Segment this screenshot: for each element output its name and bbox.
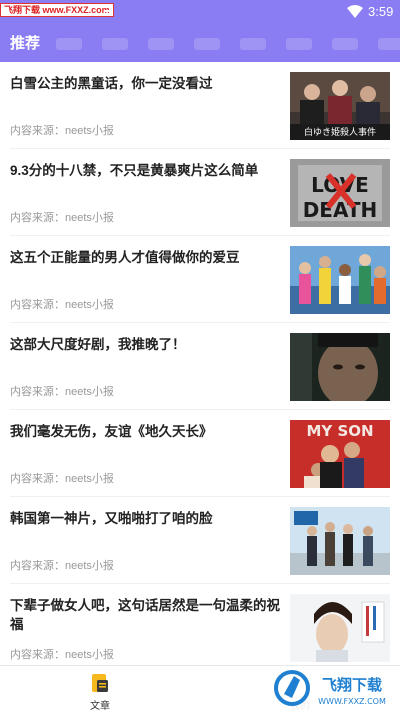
article-source: 内容来源：neets小报 xyxy=(10,125,114,137)
article-item[interactable]: 韩国第一神片，又啪啪打了咱的脸 内容来源：neets小报 xyxy=(0,497,400,584)
tab-category[interactable] xyxy=(194,34,220,54)
tab-category[interactable] xyxy=(286,34,312,54)
nav-articles[interactable]: 文章 xyxy=(70,672,130,711)
status-bar: 飞翔下载 www.FXXZ.com 3:59 xyxy=(0,0,400,24)
article-source: 内容来源：neets小报 xyxy=(10,386,114,398)
article-thumbnail[interactable]: MY SON xyxy=(290,420,390,488)
article-title[interactable]: 白雪公主的黑童话，你一定没看过 xyxy=(10,74,280,93)
article-item[interactable]: 下辈子做女人吧，这句话居然是一句温柔的祝福 内容来源：neets小报 xyxy=(0,584,400,665)
svg-text:DEATH: DEATH xyxy=(303,198,378,222)
svg-text:白ゆき姫殺人事件: 白ゆき姫殺人事件 xyxy=(304,126,376,138)
article-source: 内容来源：neets小报 xyxy=(10,473,114,485)
nav-articles-label: 文章 xyxy=(90,701,110,711)
article-title[interactable]: 这五个正能量的男人才值得做你的爱豆 xyxy=(10,248,280,267)
watermark-logo: 飞翔下载 WWW.FXXZ.COM xyxy=(272,666,400,711)
article-item[interactable]: 9.3分的十八禁，不只是黄暴爽片这么简单 内容来源：neets小报 LOVE D… xyxy=(0,149,400,236)
article-title[interactable]: 9.3分的十八禁，不只是黄暴爽片这么简单 xyxy=(10,161,280,180)
article-title[interactable]: 韩国第一神片，又啪啪打了咱的脸 xyxy=(10,509,280,528)
article-title[interactable]: 我们毫发无伤，友谊《地久天长》 xyxy=(10,422,280,441)
tab-category[interactable] xyxy=(56,34,82,54)
article-source: 内容来源：neets小报 xyxy=(10,649,114,661)
status-time: 3:59 xyxy=(368,4,394,19)
status-indicator xyxy=(104,10,112,12)
article-thumbnail[interactable] xyxy=(290,246,390,314)
article-title[interactable]: 这部大尺度好剧，我推晚了！ xyxy=(10,335,280,354)
article-thumbnail[interactable]: 白ゆき姫殺人事件 xyxy=(290,72,390,140)
article-source: 内容来源：neets小报 xyxy=(10,560,114,572)
article-source: 内容来源：neets小报 xyxy=(10,299,114,311)
article-thumbnail[interactable]: LOVE DEATH xyxy=(290,159,390,227)
wifi-icon xyxy=(347,5,363,18)
article-item[interactable]: 我们毫发无伤，友谊《地久天长》 内容来源：neets小报 MY SON xyxy=(0,410,400,497)
svg-text:飞翔下载: 飞翔下载 xyxy=(322,676,382,694)
article-item[interactable]: 这部大尺度好剧，我推晚了！ 内容来源：neets小报 xyxy=(0,323,400,410)
article-title[interactable]: 下辈子做女人吧，这句话居然是一句温柔的祝福 xyxy=(10,596,280,634)
watermark-badge: 飞翔下载 www.FXXZ.com xyxy=(0,3,114,17)
tab-category[interactable] xyxy=(102,34,128,54)
article-source: 内容来源：neets小报 xyxy=(10,212,114,224)
tab-category[interactable] xyxy=(148,34,174,54)
article-item[interactable]: 白雪公主的黑童话，你一定没看过 内容来源：neets小报 白ゆき姫殺人事件 xyxy=(0,62,400,149)
tab-category[interactable] xyxy=(332,34,358,54)
articles-icon xyxy=(92,674,108,692)
svg-text:MY SON: MY SON xyxy=(306,422,373,440)
tab-category[interactable] xyxy=(378,34,400,54)
tab-category[interactable] xyxy=(240,34,266,54)
tab-recommend[interactable]: 推荐 xyxy=(10,34,40,54)
article-thumbnail[interactable] xyxy=(290,333,390,401)
article-thumbnail[interactable] xyxy=(290,594,390,662)
svg-text:WWW.FXXZ.COM: WWW.FXXZ.COM xyxy=(318,697,386,706)
article-thumbnail[interactable] xyxy=(290,507,390,575)
article-item[interactable]: 这五个正能量的男人才值得做你的爱豆 内容来源：neets小报 xyxy=(0,236,400,323)
category-tabs: 推荐 xyxy=(0,24,400,62)
